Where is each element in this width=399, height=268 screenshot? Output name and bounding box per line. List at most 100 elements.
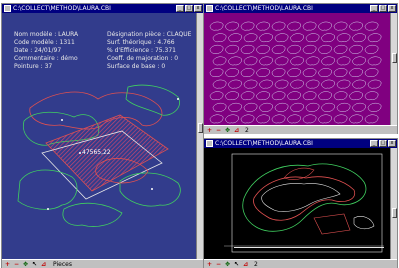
nested-piece-outline bbox=[352, 79, 366, 89]
nested-piece-outline bbox=[321, 102, 335, 112]
nested-piece-outline bbox=[352, 56, 366, 66]
left-vertical-scrollbar[interactable] bbox=[196, 13, 203, 259]
nested-piece-outline bbox=[336, 102, 351, 112]
bottom-right-window-title: C:\COLLECT\METHOD\LAURA.CBI bbox=[215, 140, 313, 147]
bottom-right-window-titlebar[interactable]: C:\COLLECT\METHOD\LAURA.CBI _ □ x bbox=[204, 139, 397, 148]
nested-piece-outline bbox=[256, 114, 270, 124]
nested-piece-outline bbox=[333, 91, 348, 101]
nested-piece-outline bbox=[240, 114, 255, 124]
nested-piece-outline bbox=[367, 79, 382, 89]
nested-piece-outline bbox=[302, 68, 317, 77]
nested-piece-outline bbox=[274, 33, 289, 43]
zoom-in-icon[interactable]: + bbox=[206, 127, 213, 134]
ruler-icon[interactable]: ⊿ bbox=[40, 261, 47, 268]
nested-piece-outline bbox=[256, 44, 270, 54]
nested-piece-outline bbox=[271, 91, 286, 101]
nested-piece-outline bbox=[352, 33, 366, 43]
pan-icon[interactable]: ✥ bbox=[224, 127, 231, 134]
nested-piece-outline bbox=[287, 44, 301, 54]
pattern-layout-drawing[interactable] bbox=[2, 13, 196, 259]
zoom-in-icon[interactable]: + bbox=[4, 261, 11, 268]
maximize-icon[interactable]: □ bbox=[379, 5, 387, 12]
left-window[interactable]: C:\COLLECT\METHOD\LAURA.CBI _ □ x Nom mo… bbox=[1, 3, 204, 268]
nested-piece-outline bbox=[287, 68, 301, 77]
nested-piece-outline bbox=[318, 114, 332, 124]
top-right-vertical-scrollbar[interactable] bbox=[390, 13, 397, 125]
close-icon[interactable]: x bbox=[388, 140, 396, 147]
minimize-icon[interactable]: _ bbox=[370, 140, 378, 147]
system-menu-icon[interactable] bbox=[4, 5, 11, 12]
top-right-window-titlebar[interactable]: C:\COLLECT\METHOD\LAURA.CBI _ □ x bbox=[204, 4, 397, 13]
nested-piece-outline bbox=[287, 91, 301, 101]
top-right-canvas[interactable] bbox=[204, 13, 390, 125]
nested-piece-outline bbox=[352, 102, 366, 112]
nested-piece-outline bbox=[243, 33, 258, 43]
nested-piece-outline bbox=[225, 91, 239, 101]
nested-piece-outline bbox=[243, 102, 258, 112]
nested-piece-outline bbox=[290, 56, 304, 66]
nested-piece-outline bbox=[305, 33, 320, 43]
system-menu-icon[interactable] bbox=[206, 140, 213, 147]
scroll-thumb[interactable] bbox=[392, 208, 397, 218]
nested-piece-outline bbox=[256, 91, 270, 101]
nested-piece-outline bbox=[364, 68, 379, 77]
nested-piece-outline bbox=[305, 56, 320, 66]
zoom-out-icon[interactable]: − bbox=[13, 261, 20, 268]
nested-piece-outline bbox=[290, 79, 304, 89]
nested-piece-outline bbox=[321, 79, 335, 89]
bottom-right-vertical-scrollbar[interactable] bbox=[390, 148, 397, 259]
nested-piece-outline bbox=[240, 44, 255, 54]
left-toolbar: + − ✥ ↖ ⊿ Pieces bbox=[2, 259, 203, 268]
nested-piece-outline bbox=[274, 79, 289, 89]
bottom-right-status-label: 2 bbox=[254, 260, 258, 268]
nested-piece-outline bbox=[212, 33, 227, 43]
minimize-icon[interactable]: _ bbox=[176, 5, 184, 12]
bottom-right-canvas[interactable] bbox=[204, 148, 390, 259]
select-icon[interactable]: ↖ bbox=[233, 261, 240, 268]
top-right-window[interactable]: C:\COLLECT\METHOD\LAURA.CBI _ □ x + − ✥ … bbox=[203, 3, 398, 134]
pan-icon[interactable]: ✥ bbox=[224, 261, 231, 268]
nested-piece-outline bbox=[349, 44, 363, 54]
piece-detail-drawing[interactable] bbox=[204, 148, 390, 259]
nested-piece-outline bbox=[256, 21, 270, 31]
close-icon[interactable]: x bbox=[388, 5, 396, 12]
nested-piece-outline bbox=[259, 102, 273, 112]
nested-piece-outline bbox=[333, 44, 348, 54]
nested-piece-outline bbox=[302, 91, 317, 101]
nested-piece-outline bbox=[364, 91, 379, 101]
zoom-out-icon[interactable]: − bbox=[215, 261, 222, 268]
scroll-thumb[interactable] bbox=[392, 53, 397, 63]
nested-piece-outline bbox=[228, 33, 242, 43]
left-window-titlebar[interactable]: C:\COLLECT\METHOD\LAURA.CBI _ □ x bbox=[2, 4, 203, 13]
maximize-icon[interactable]: □ bbox=[185, 5, 193, 12]
nested-piece-outline bbox=[274, 102, 289, 112]
system-menu-icon[interactable] bbox=[206, 5, 213, 12]
bottom-right-toolbar: + − ✥ ↖ ⊿ 2 bbox=[204, 259, 397, 268]
nested-piece-outline bbox=[209, 91, 224, 101]
maximize-icon[interactable]: □ bbox=[379, 140, 387, 147]
nested-piece-outline bbox=[333, 114, 348, 124]
nested-piece-outline bbox=[305, 79, 320, 89]
ruler-icon[interactable]: ⊿ bbox=[233, 127, 240, 134]
nested-piece-outline bbox=[364, 21, 379, 31]
select-icon[interactable]: ↖ bbox=[31, 261, 38, 268]
nested-piece-outline bbox=[271, 114, 286, 124]
close-icon[interactable]: x bbox=[194, 5, 202, 12]
nested-piece-outline bbox=[240, 21, 255, 31]
nested-piece-outline bbox=[243, 56, 258, 66]
left-canvas[interactable]: Nom modèle : LAURA Code modèle : 1311 Da… bbox=[2, 13, 196, 259]
zoom-out-icon[interactable]: − bbox=[215, 127, 222, 134]
nested-piece-outline bbox=[240, 68, 255, 77]
nested-piece-outline bbox=[287, 114, 301, 124]
pan-icon[interactable]: ✥ bbox=[22, 261, 29, 268]
ruler-icon[interactable]: ⊿ bbox=[242, 261, 249, 268]
bottom-right-window[interactable]: C:\COLLECT\METHOD\LAURA.CBI _ □ x + − ✥ … bbox=[203, 138, 398, 268]
zoom-in-icon[interactable]: + bbox=[206, 261, 213, 268]
minimize-icon[interactable]: _ bbox=[370, 5, 378, 12]
top-right-window-title: C:\COLLECT\METHOD\LAURA.CBI bbox=[215, 5, 313, 12]
nesting-grid-drawing[interactable] bbox=[204, 13, 390, 125]
nested-piece-outline bbox=[271, 44, 286, 54]
nested-piece-outline bbox=[212, 56, 227, 66]
nested-piece-outline bbox=[287, 21, 301, 31]
nested-piece-outline bbox=[302, 44, 317, 54]
